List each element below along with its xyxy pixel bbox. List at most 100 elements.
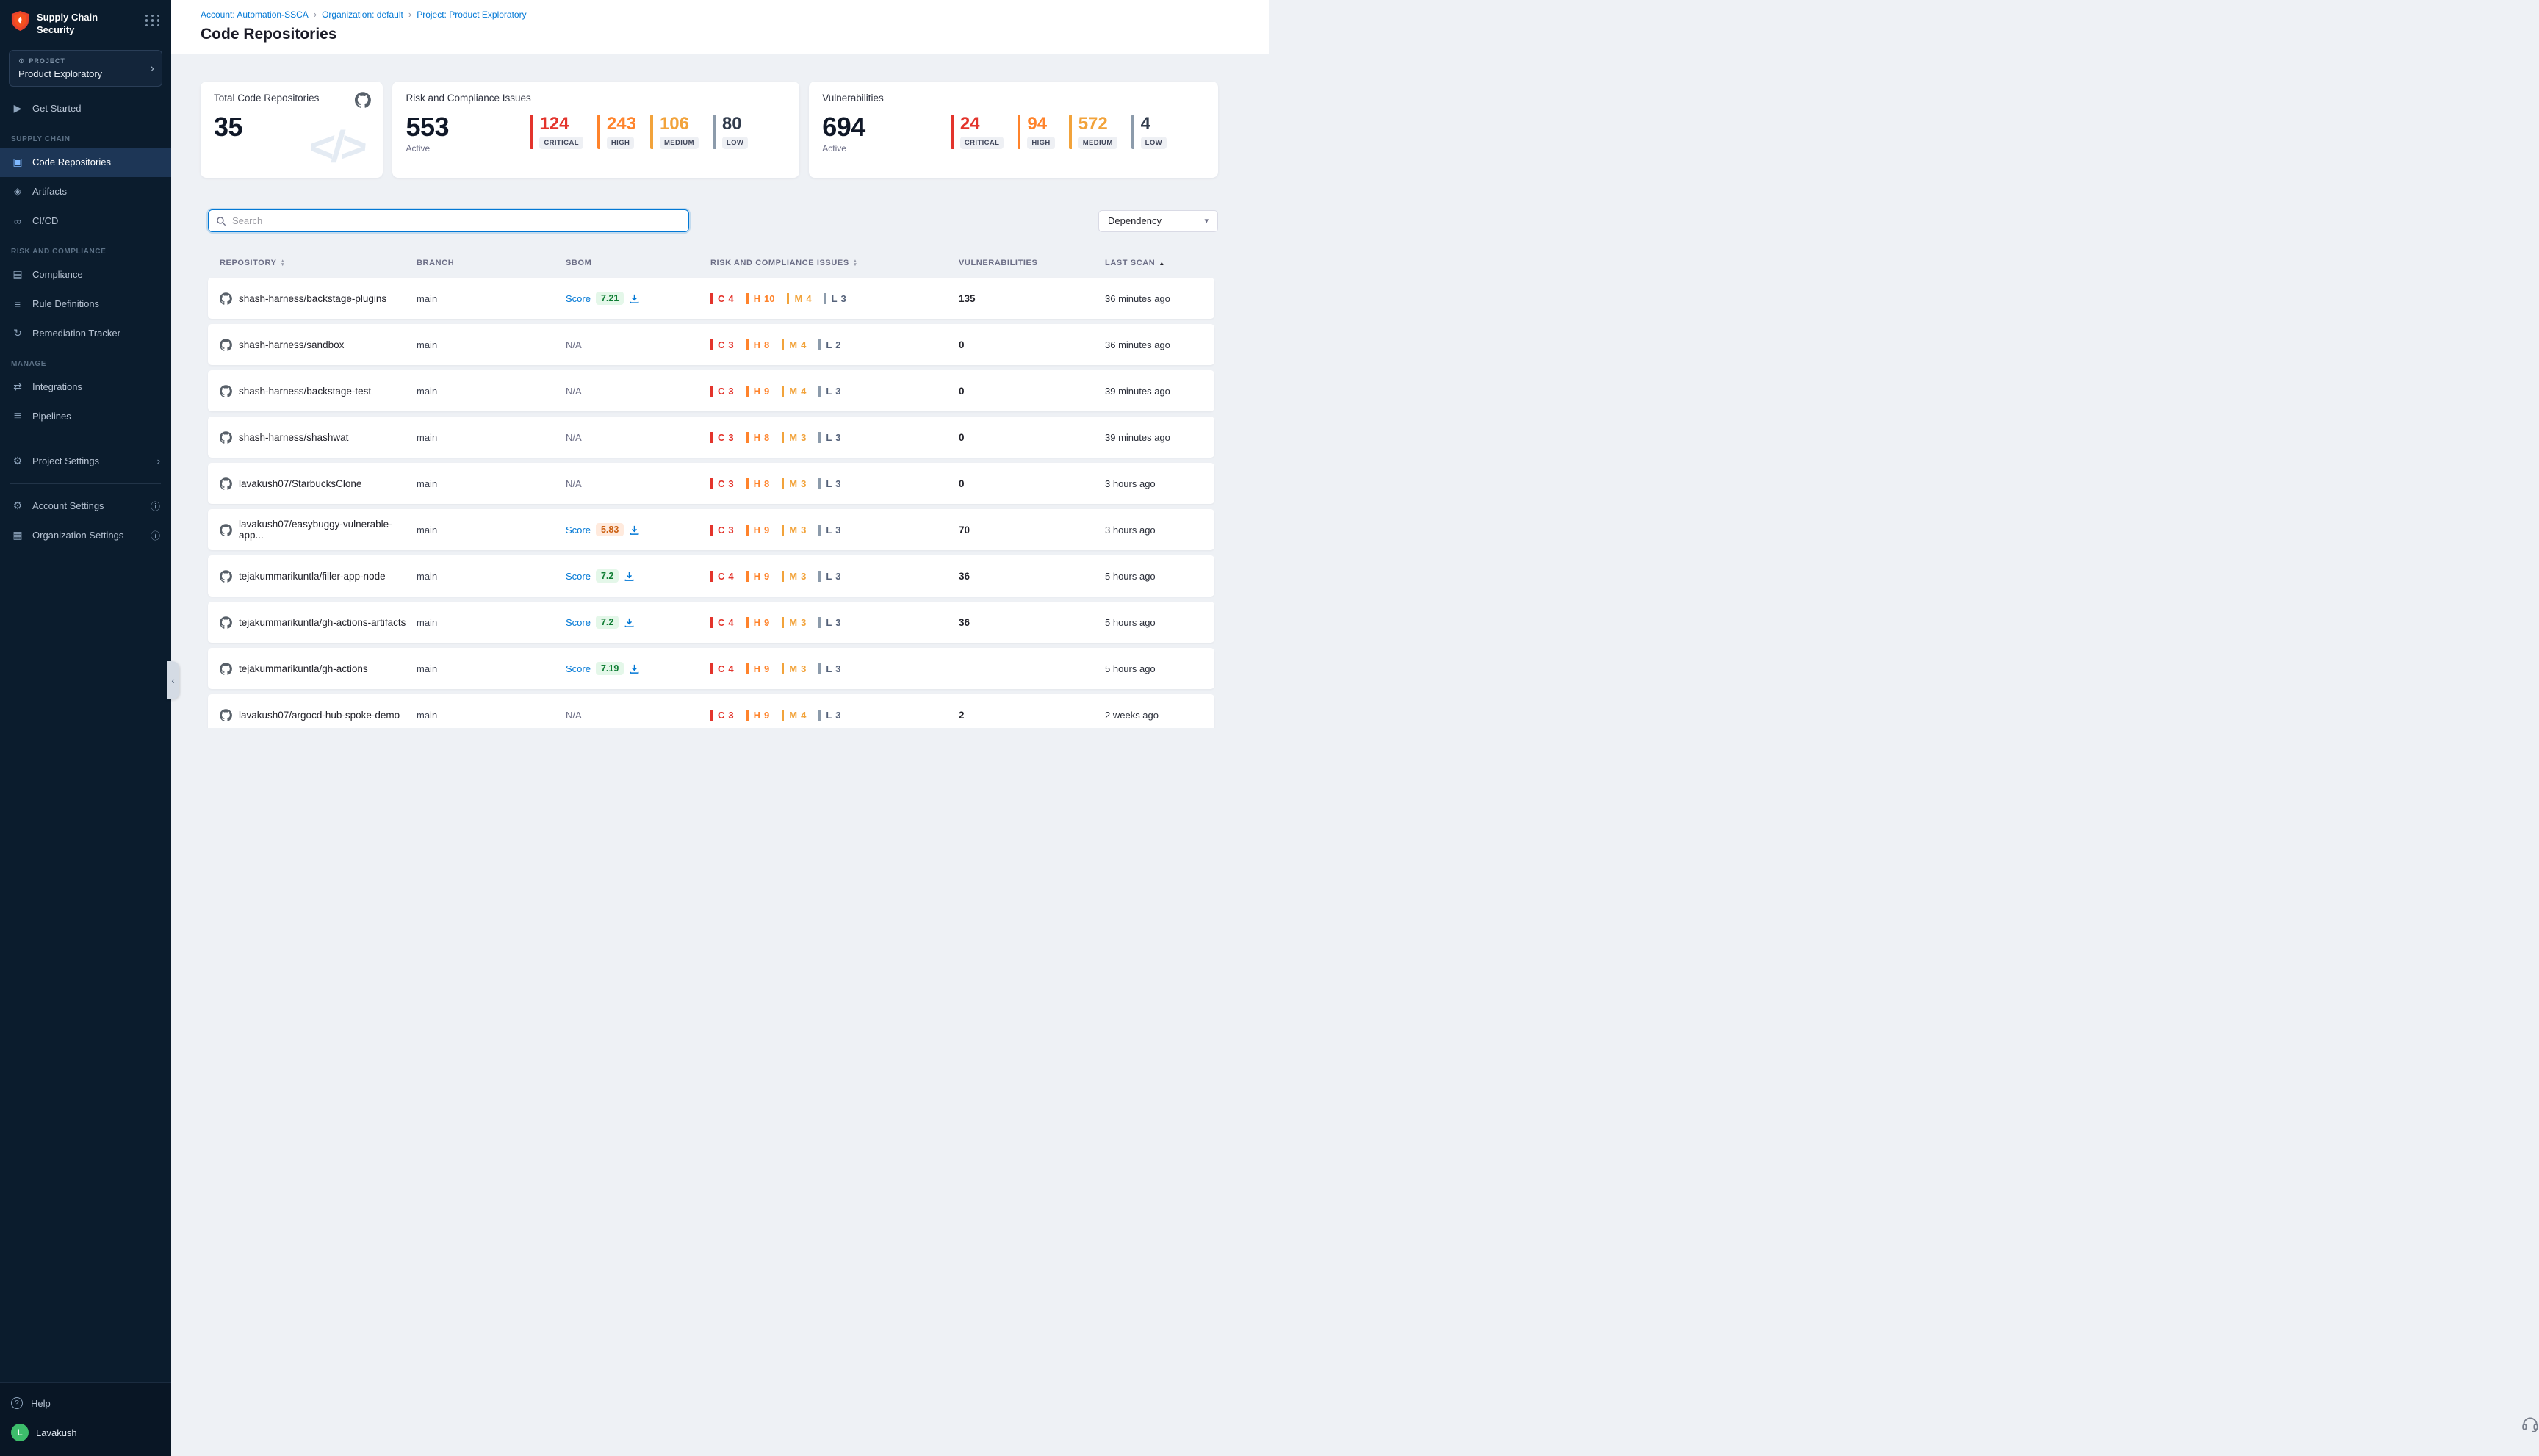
project-selector[interactable]: ⊙ PROJECT Product Exploratory › [9,50,162,87]
rocket-icon: ▶ [11,102,24,115]
branch-name: main [417,432,566,443]
repo-name: lavakush07/argocd-hub-spoke-demo [239,710,400,721]
medium-count-chip: M3 [782,663,806,674]
github-icon [220,292,232,305]
severity-group: 106 MEDIUM [650,115,699,149]
sidebar-item-help[interactable]: ? Help [0,1388,171,1418]
table-row[interactable]: lavakush07/StarbucksClone main N/A C3 H8… [208,463,1214,504]
sbom-score-link[interactable]: Score [566,571,591,582]
download-sbom-icon[interactable] [629,525,640,536]
breadcrumb-project-link[interactable]: Project: Product Exploratory [417,10,526,20]
sbom-score-link[interactable]: Score [566,663,591,674]
critical-count-chip: C4 [710,663,734,674]
high-count-chip: H10 [746,293,775,304]
sidebar-item-cicd[interactable]: ∞ CI/CD [0,206,171,236]
high-count-chip: H9 [746,571,770,582]
sort-icon[interactable]: ▲▼ [281,259,286,267]
sidebar-item-label: Account Settings [32,500,104,511]
sidebar-item-label: Artifacts [32,186,67,197]
medium-count-chip: M4 [782,386,806,397]
table-row[interactable]: tejakummarikuntla/filler-app-node main S… [208,555,1214,597]
severity-count: 80 [722,115,748,133]
sidebar-item-integrations[interactable]: ⇄ Integrations [0,372,171,402]
brand: Supply Chain Security [0,0,171,44]
severity-label-badge: HIGH [1027,137,1054,149]
pipelines-icon: ≣ [11,410,24,422]
table-row[interactable]: tejakummarikuntla/gh-actions main Score … [208,648,1214,689]
sbom-score-link[interactable]: Score [566,525,591,536]
sidebar-item-artifacts[interactable]: ◈ Artifacts [0,177,171,206]
sidebar-item-get-started[interactable]: ▶ Get Started [0,94,171,123]
sbom-score-link[interactable]: Score [566,293,591,304]
column-last-scan[interactable]: LAST SCAN ▲ [1105,259,1214,267]
sidebar-collapse-handle[interactable]: ‹ [167,661,179,699]
sidebar-item-pipelines[interactable]: ≣ Pipelines [0,402,171,431]
download-sbom-icon[interactable] [624,571,635,582]
critical-count-chip: C3 [710,478,734,489]
rule-definitions-icon: ≡ [11,298,24,310]
column-repository[interactable]: REPOSITORY ▲▼ [220,259,417,267]
branch-name: main [417,710,566,721]
low-count-chip: L3 [818,663,840,674]
table-row[interactable]: tejakummarikuntla/gh-actions-artifacts m… [208,602,1214,643]
table-row[interactable]: shash-harness/shashwat main N/A C3 H8 M3… [208,417,1214,458]
cicd-infinity-icon: ∞ [11,215,24,227]
sidebar-item-rule-definitions[interactable]: ≡ Rule Definitions [0,289,171,319]
last-scan-time: 5 hours ago [1105,617,1214,628]
download-sbom-icon[interactable] [629,663,640,674]
download-sbom-icon[interactable] [629,293,640,304]
column-risk-compliance[interactable]: RISK AND COMPLIANCE ISSUES ▲▼ [710,259,959,267]
risk-compliance-cell: C3 H9 M3 L3 [710,525,959,536]
column-vulnerabilities: VULNERABILITIES [959,259,1105,267]
organization-icon: ▦ [11,529,24,541]
medium-count-chip: M3 [782,432,806,443]
severity-count: 4 [1141,115,1167,133]
sbom-score-link[interactable]: Score [566,617,591,628]
table-row[interactable]: shash-harness/sandbox main N/A C3 H8 M4 … [208,324,1214,365]
module-switcher-icon[interactable] [145,15,161,26]
table-row[interactable]: shash-harness/backstage-test main N/A C3… [208,370,1214,411]
severity-label-badge: CRITICAL [960,137,1004,149]
sidebar-item-project-settings[interactable]: ⚙ Project Settings › [0,447,171,476]
medium-count-chip: M4 [787,293,811,304]
sidebar-item-remediation-tracker[interactable]: ↻ Remediation Tracker [0,319,171,348]
chevron-right-icon: › [157,455,160,466]
toolbar: Dependency ▾ [208,209,1218,232]
code-brackets-icon: </> [306,121,367,172]
download-sbom-icon[interactable] [624,617,635,628]
severity-label-badge: LOW [1141,137,1167,149]
filter-selected-value: Dependency [1108,215,1162,226]
support-chat-button[interactable] [2517,1410,2539,1437]
medium-count-chip: M4 [782,339,806,350]
sidebar-item-organization-settings[interactable]: ▦ Organization Settings ⓘ [0,521,171,550]
table-row[interactable]: shash-harness/backstage-plugins main Sco… [208,278,1214,319]
low-count-chip: L3 [818,710,840,721]
sidebar-item-account-settings[interactable]: ⚙ Account Settings ⓘ [0,491,171,521]
high-count-chip: H9 [746,386,770,397]
medium-count-chip: M3 [782,478,806,489]
search-box [208,209,689,232]
sidebar-item-code-repositories[interactable]: ▣ Code Repositories [0,148,171,177]
severity-group: 94 HIGH [1018,115,1054,149]
risk-compliance-cell: C4 H10 M4 L3 [710,293,959,304]
breadcrumb-organization-link[interactable]: Organization: default [322,10,403,20]
vulnerabilities-count: 2 [959,710,1105,721]
github-icon [220,570,232,583]
low-count-chip: L3 [818,386,840,397]
breadcrumb-account-link[interactable]: Account: Automation-SSCA [201,10,309,20]
vulnerabilities-count: 0 [959,478,1105,489]
severity-count: 572 [1078,115,1117,133]
branch-name: main [417,571,566,582]
critical-count-chip: C3 [710,710,734,721]
dependency-filter-select[interactable]: Dependency ▾ [1098,210,1218,232]
user-menu[interactable]: L Lavakush [0,1418,171,1447]
table-row[interactable]: lavakush07/argocd-hub-spoke-demo main N/… [208,694,1214,728]
sort-icon[interactable]: ▲▼ [853,259,858,267]
repository-icon: ▣ [11,156,24,168]
sidebar-item-compliance[interactable]: ▤ Compliance [0,260,171,289]
column-branch: BRANCH [417,259,566,267]
headset-icon [2521,1414,2539,1433]
search-input[interactable] [232,215,681,226]
table-row[interactable]: lavakush07/easybuggy-vulnerable-app... m… [208,509,1214,550]
branch-name: main [417,525,566,536]
